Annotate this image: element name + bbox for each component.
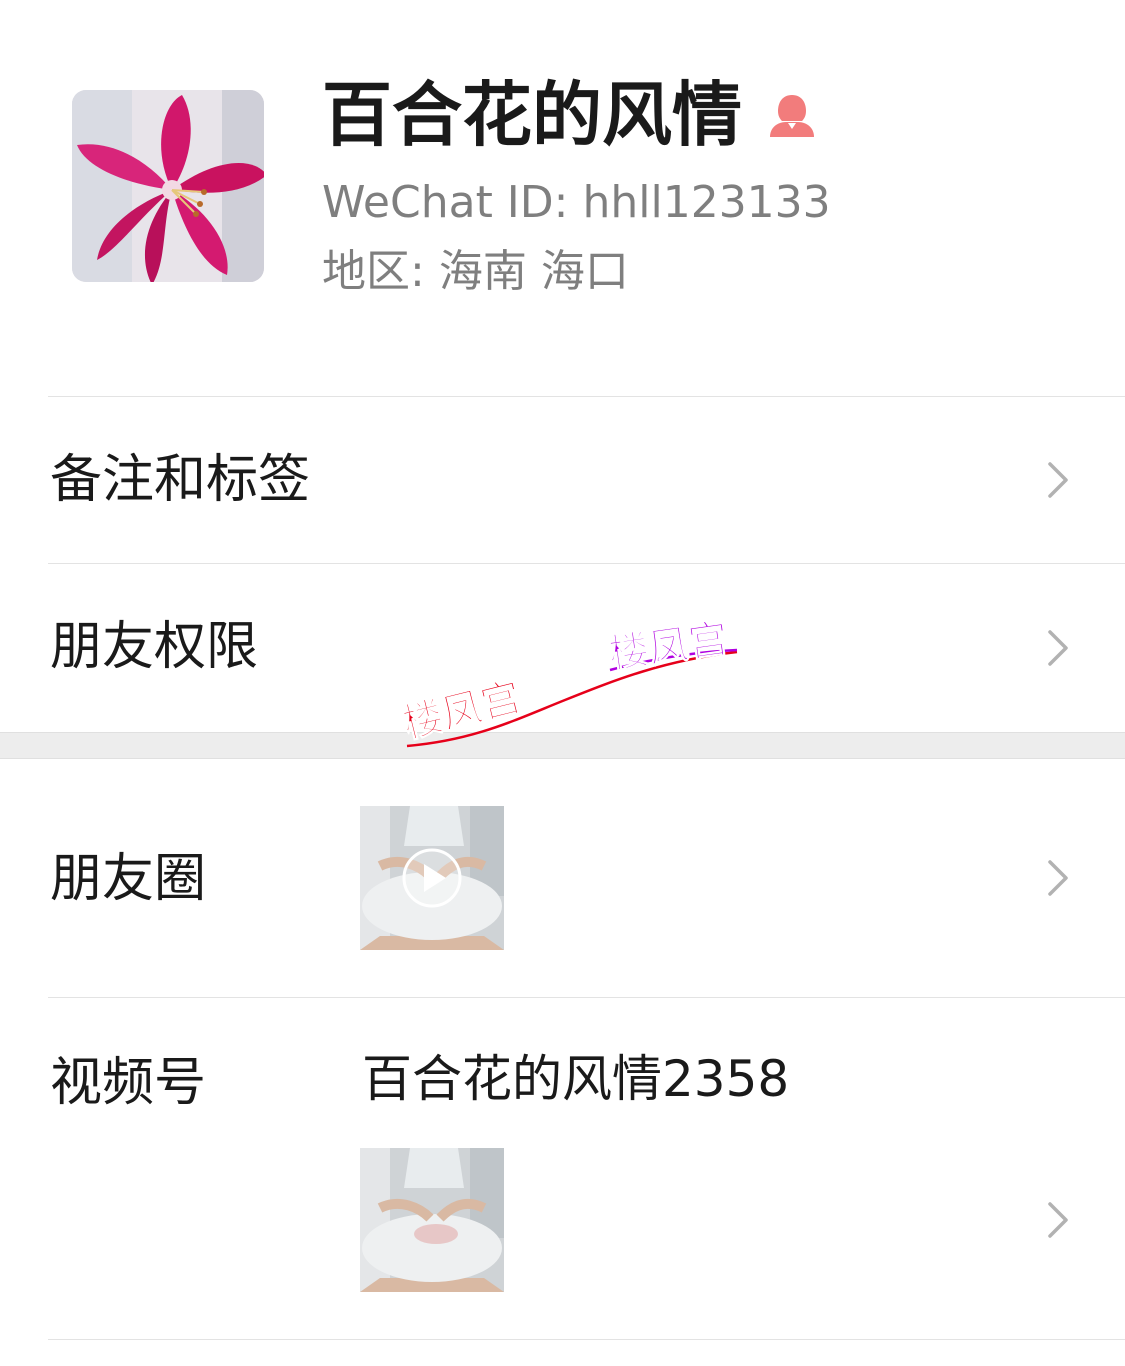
row-label: 视频号 — [50, 1053, 207, 1113]
row-moments[interactable]: 朋友圈 — [0, 760, 1125, 997]
chevron-right-icon — [1047, 1201, 1069, 1239]
contact-profile-page: 百合花的风情 WeChat ID: hhll123133 地区: 海南 海口 备注和… — [0, 0, 1125, 1366]
region: 地区: 海南 海口 — [322, 244, 643, 300]
chevron-right-icon — [1047, 859, 1069, 897]
avatar[interactable] — [72, 90, 264, 282]
divider — [48, 1339, 1125, 1340]
watermark-text-purple: 楼凤宫 — [606, 616, 731, 678]
watermark: 楼凤宫 楼凤宫 — [398, 615, 738, 748]
row-remarks-and-tags[interactable]: 备注和标签 — [0, 397, 1125, 563]
region-city: 海口 — [540, 246, 629, 297]
profile-header: 百合花的风情 WeChat ID: hhll123133 地区: 海南 海口 — [0, 0, 1125, 396]
moments-video-thumbnail[interactable] — [360, 806, 504, 950]
video-thumbnail-image — [360, 1148, 504, 1292]
lily-flower-avatar-image — [72, 90, 264, 282]
row-label: 朋友圈 — [50, 849, 207, 909]
channel-name: 百合花的风情2358 — [362, 1050, 790, 1108]
channels-video-thumbnail[interactable] — [360, 1148, 504, 1292]
female-person-icon — [766, 93, 818, 137]
chevron-right-icon — [1047, 629, 1069, 667]
region-label: 地区: — [322, 246, 425, 297]
chevron-right-icon — [1047, 461, 1069, 499]
row-label: 备注和标签 — [50, 450, 311, 510]
contact-name: 百合花的风情 — [322, 74, 742, 156]
region-province: 海南 — [438, 246, 527, 297]
wechat-id: WeChat ID: hhll123133 — [322, 177, 831, 228]
row-label: 朋友权限 — [50, 617, 259, 677]
video-thumbnail-image — [360, 806, 504, 950]
